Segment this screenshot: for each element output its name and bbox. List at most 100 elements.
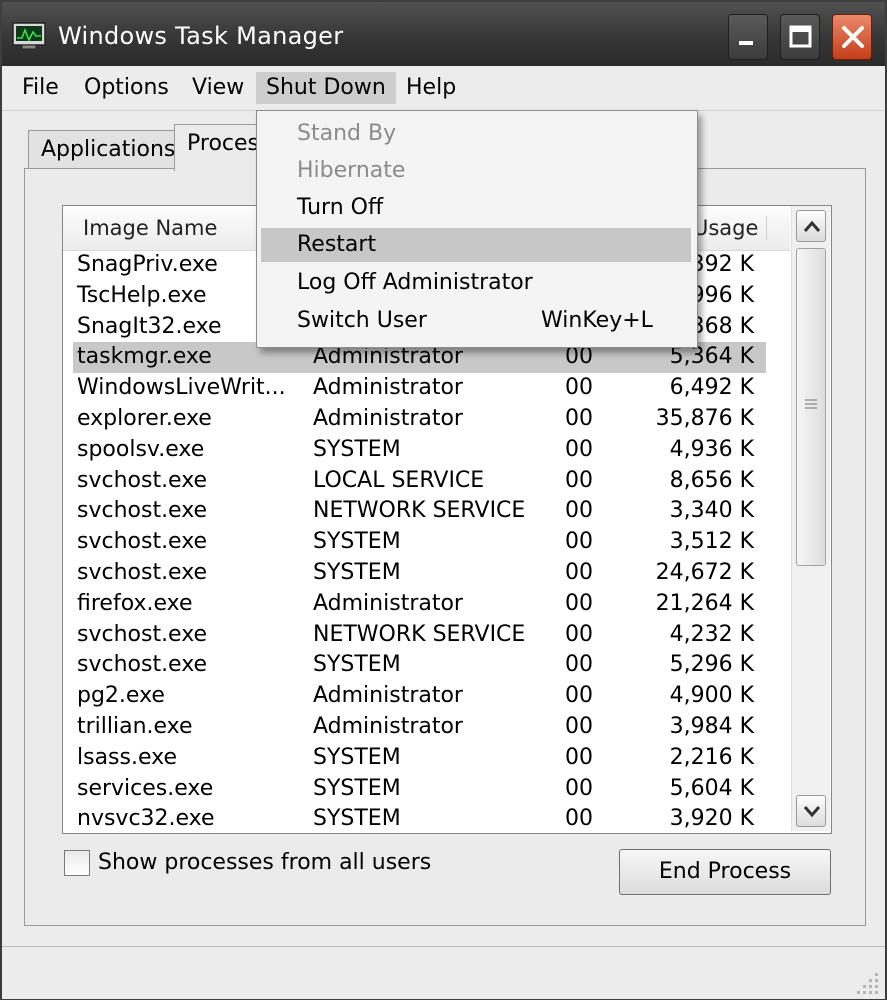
table-row[interactable]: pg2.exe Administrator 00 4,900 K [63,681,790,712]
minimize-icon [739,41,753,45]
cpu-cell: 00 [565,375,593,401]
user-name-cell: SYSTEM [313,436,401,462]
tab-applications[interactable]: Applications [28,130,189,169]
menu-view[interactable]: View [182,72,254,104]
resize-grip-icon[interactable] [853,967,881,995]
menu-item-switch-user[interactable]: Switch User WinKey+L [261,304,691,338]
table-row[interactable]: spoolsv.exe SYSTEM 00 4,936 K [63,435,790,466]
mem-usage-cell: 4,936 K [669,436,754,462]
mem-usage-cell: 24,672 K [655,559,754,585]
cpu-cell: 00 [565,775,593,801]
mem-usage-cell: 996 K [690,282,754,308]
cpu-cell: 00 [565,621,593,647]
user-name-cell: SYSTEM [313,652,401,678]
mem-usage-cell: 3,340 K [669,498,754,524]
user-name-cell: SYSTEM [313,559,401,585]
menu-file[interactable]: File [12,72,69,104]
shut-down-menu: Stand By Hibernate Turn Off Restart Log … [256,110,698,348]
title-bar[interactable]: Windows Task Manager [2,2,885,66]
cpu-cell: 00 [565,467,593,493]
table-row[interactable]: nvsvc32.exe SYSTEM 00 3,920 K [63,804,790,833]
mem-usage-cell: 3,920 K [669,806,754,832]
cpu-cell: 00 [565,713,593,739]
table-row[interactable]: svchost.exe NETWORK SERVICE 00 4,232 K [63,620,790,651]
scroll-down-button[interactable] [796,795,826,827]
mem-usage-cell: 6,492 K [669,375,754,401]
close-icon [842,26,864,48]
cpu-cell: 00 [565,498,593,524]
end-process-button[interactable]: End Process [619,849,831,895]
window-title: Windows Task Manager [58,22,344,50]
table-row[interactable]: svchost.exe SYSTEM 00 5,296 K [63,650,790,681]
cpu-cell: 00 [565,436,593,462]
vertical-scrollbar[interactable] [791,206,830,831]
process-name-cell: explorer.exe [77,405,212,431]
switch-user-shortcut: WinKey+L [541,308,653,333]
scroll-up-button[interactable] [796,210,826,242]
mem-usage-cell: 21,264 K [655,590,754,616]
close-button[interactable] [832,14,872,60]
user-name-cell: Administrator [313,683,463,709]
mem-usage-cell: 392 K [690,252,754,277]
menu-item-restart[interactable]: Restart [261,228,691,262]
process-name-cell: pg2.exe [77,683,165,709]
cpu-cell: 00 [565,405,593,431]
table-row[interactable]: WindowsLiveWrit... Administrator 00 6,492 K [63,373,790,404]
table-row[interactable]: svchost.exe SYSTEM 00 24,672 K [63,558,790,589]
column-divider[interactable] [766,216,767,240]
table-row[interactable]: firefox.exe Administrator 00 21,264 K [63,589,790,620]
column-header-image-name[interactable]: Image Name [83,206,217,250]
mem-usage-cell: 4,900 K [669,683,754,709]
chevron-down-icon [803,806,821,818]
table-row[interactable]: svchost.exe NETWORK SERVICE 00 3,340 K [63,496,790,527]
process-name-cell: svchost.exe [77,529,208,555]
user-name-cell: SYSTEM [313,744,401,770]
table-row[interactable]: explorer.exe Administrator 00 35,876 K [63,404,790,435]
task-manager-window: Windows Task Manager File Options View S… [0,0,887,1000]
status-bar [2,946,885,999]
menu-options[interactable]: Options [74,72,179,104]
mem-usage-cell: 5,604 K [669,775,754,801]
menu-help[interactable]: Help [396,72,466,104]
menu-item-turn-off[interactable]: Turn Off [261,191,691,225]
column-header-mem-usage[interactable]: Usage [693,206,758,250]
menu-item-log-off[interactable]: Log Off Administrator [261,266,691,300]
process-name-cell: svchost.exe [77,498,208,524]
process-name-cell: spoolsv.exe [77,436,205,462]
user-name-cell: Administrator [313,590,463,616]
menu-item-hibernate[interactable]: Hibernate [261,154,691,188]
show-all-users-checkbox[interactable] [64,850,90,876]
cpu-cell: 00 [565,559,593,585]
table-row[interactable]: trillian.exe Administrator 00 3,984 K [63,712,790,743]
process-name-cell: taskmgr.exe [77,344,212,370]
grip-icon [805,399,817,409]
user-name-cell: NETWORK SERVICE [313,621,526,647]
maximize-button[interactable] [780,14,820,60]
mem-usage-cell: 35,876 K [655,405,754,431]
user-name-cell: SYSTEM [313,806,401,832]
mem-usage-cell: 4,232 K [669,621,754,647]
user-name-cell: Administrator [313,375,463,401]
user-name-cell: SYSTEM [313,529,401,555]
table-row[interactable]: lsass.exe SYSTEM 00 2,216 K [63,743,790,774]
table-row[interactable]: svchost.exe SYSTEM 00 3,512 K [63,527,790,558]
mem-usage-cell: 8,656 K [669,467,754,493]
menu-item-stand-by[interactable]: Stand By [261,117,691,151]
cpu-cell: 00 [565,529,593,555]
cpu-cell: 00 [565,652,593,678]
table-row[interactable]: svchost.exe LOCAL SERVICE 00 8,656 K [63,466,790,497]
cpu-cell: 00 [565,590,593,616]
process-name-cell: lsass.exe [77,744,177,770]
minimize-button[interactable] [728,14,768,60]
scrollbar-thumb[interactable] [796,248,826,566]
chevron-up-icon [803,220,821,232]
process-name-cell: svchost.exe [77,621,208,647]
process-name-cell: svchost.exe [77,467,208,493]
process-name-cell: nvsvc32.exe [77,806,215,832]
menu-shut-down[interactable]: Shut Down [256,72,396,104]
mem-usage-cell: 5,296 K [669,652,754,678]
process-name-cell: svchost.exe [77,559,208,585]
process-name-cell: firefox.exe [77,590,193,616]
user-name-cell: Administrator [313,713,463,739]
table-row[interactable]: services.exe SYSTEM 00 5,604 K [63,774,790,805]
